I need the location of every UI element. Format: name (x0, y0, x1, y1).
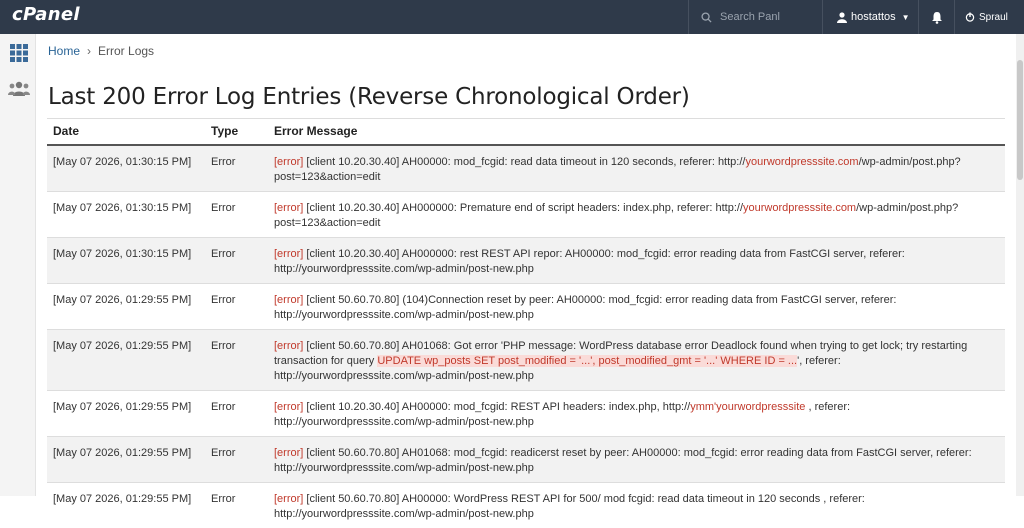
table-row: [May 07 2026, 01:29:55 PM]Error[error] [… (47, 391, 1005, 437)
cell-type: Error (205, 483, 268, 528)
caret-down-icon: ▼ (902, 13, 910, 22)
logout-button[interactable]: Spraul (954, 0, 1024, 34)
table-header-row: Date Type Error Message (47, 119, 1005, 146)
message-text: [client 50.60.70.80] AH00000: WordPress … (274, 493, 865, 520)
breadcrumb-home-link[interactable]: Home (48, 44, 80, 58)
table-row: [May 07 2026, 01:30:15 PM]Error[error] [… (47, 192, 1005, 238)
cell-message: [error] [client 50.60.70.80] AH01068: Go… (268, 330, 1005, 391)
top-navbar: cPanel Search Panl hostattos ▼ Spraul (0, 0, 1024, 34)
error-tag: [error] (274, 248, 303, 260)
page-title: Last 200 Error Log Entries (Reverse Chro… (48, 84, 690, 110)
error-tag: [error] (274, 493, 303, 505)
table-row: [May 07 2026, 01:29:55 PM]Error[error] [… (47, 437, 1005, 483)
message-text: [client 10.20.30.40] AH000000: Premature… (303, 202, 743, 214)
cell-date: [May 07 2026, 01:29:55 PM] (47, 437, 205, 483)
cell-type: Error (205, 192, 268, 238)
message-text: [client 10.20.30.40] AH00000: mod_fcgid:… (303, 156, 745, 168)
breadcrumb-current: Error Logs (98, 44, 154, 58)
cell-date: [May 07 2026, 01:29:55 PM] (47, 483, 205, 528)
site-link[interactable]: yourwordpresssite.com (743, 202, 856, 214)
table-row: [May 07 2026, 01:30:15 PM]Error[error] [… (47, 238, 1005, 284)
error-tag: [error] (274, 401, 303, 413)
bell-icon (931, 11, 943, 24)
table-row: [May 07 2026, 01:29:55 PM]Error[error] [… (47, 483, 1005, 528)
cell-date: [May 07 2026, 01:30:15 PM] (47, 192, 205, 238)
error-tag: [error] (274, 156, 303, 168)
cell-message: [error] [client 10.20.30.40] AH00000: mo… (268, 145, 1005, 192)
error-tag: [error] (274, 340, 303, 352)
cell-type: Error (205, 145, 268, 192)
logout-label: Spraul (979, 12, 1008, 23)
cell-date: [May 07 2026, 01:29:55 PM] (47, 330, 205, 391)
cell-message: [error] [client 10.20.30.40] AH000000: P… (268, 192, 1005, 238)
username: hostattos (851, 11, 896, 23)
search-icon (701, 12, 712, 23)
power-icon (965, 12, 975, 22)
cell-message: [error] [client 50.60.70.80] AH01068: mo… (268, 437, 1005, 483)
cell-type: Error (205, 437, 268, 483)
message-highlight: UPDATE wp_posts SET post_modified = '...… (377, 355, 797, 367)
header-type: Type (205, 119, 268, 146)
table-row: [May 07 2026, 01:29:55 PM]Error[error] [… (47, 284, 1005, 330)
error-tag: [error] (274, 447, 303, 459)
user-menu[interactable]: hostattos ▼ (822, 0, 918, 34)
user-icon (837, 12, 847, 23)
message-text: [client 10.20.30.40] AH00000: mod_fcgid:… (303, 401, 690, 413)
search-field[interactable]: Search Panl (688, 0, 822, 34)
error-tag: [error] (274, 294, 303, 306)
table-row: [May 07 2026, 01:29:55 PM]Error[error] [… (47, 330, 1005, 391)
cell-date: [May 07 2026, 01:30:15 PM] (47, 238, 205, 284)
cell-message: [error] [client 10.20.30.40] AH00000: mo… (268, 391, 1005, 437)
cell-type: Error (205, 284, 268, 330)
cell-message: [error] [client 10.20.30.40] AH000000: r… (268, 238, 1005, 284)
cell-message: [error] [client 50.60.70.80] AH00000: Wo… (268, 483, 1005, 528)
cell-type: Error (205, 238, 268, 284)
users-group-icon[interactable] (8, 78, 30, 100)
message-text: [client 50.60.70.80] AH01068: mod_fcgid:… (274, 447, 972, 474)
breadcrumb: Home › Error Logs (48, 44, 154, 58)
grid-apps-icon[interactable] (8, 42, 30, 64)
cell-date: [May 07 2026, 01:30:15 PM] (47, 145, 205, 192)
message-text: [client 10.20.30.40] AH000000: rest REST… (274, 248, 905, 275)
site-link[interactable]: ymm'yourwordpresssite (690, 401, 805, 413)
header-date: Date (47, 119, 205, 146)
message-text: [client 50.60.70.80] (104)Connection res… (274, 294, 896, 321)
chevron-right-icon: › (87, 44, 91, 58)
cpanel-logo[interactable]: cPanel (12, 4, 80, 25)
site-link[interactable]: yourwordpresssite.com (745, 156, 858, 168)
notifications-button[interactable] (918, 0, 954, 34)
table-row: [May 07 2026, 01:30:15 PM]Error[error] [… (47, 145, 1005, 192)
header-message: Error Message (268, 119, 1005, 146)
sidebar (0, 34, 36, 496)
cell-date: [May 07 2026, 01:29:55 PM] (47, 284, 205, 330)
error-tag: [error] (274, 202, 303, 214)
search-placeholder: Search Panl (720, 11, 780, 23)
cell-date: [May 07 2026, 01:29:55 PM] (47, 391, 205, 437)
scrollbar-thumb[interactable] (1017, 60, 1023, 180)
cell-type: Error (205, 330, 268, 391)
error-log-table: Date Type Error Message [May 07 2026, 01… (47, 118, 1005, 528)
cell-type: Error (205, 391, 268, 437)
cell-message: [error] [client 50.60.70.80] (104)Connec… (268, 284, 1005, 330)
